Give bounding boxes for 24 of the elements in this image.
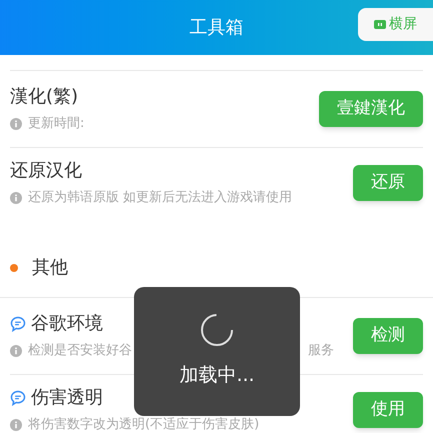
item-title: 漢化(繁) <box>10 86 78 108</box>
chat-bubble-icon <box>10 316 26 332</box>
action-button[interactable]: 使用 <box>353 392 423 428</box>
item-title: 伤害透明 <box>31 387 103 409</box>
action-button[interactable]: 还原 <box>353 165 423 201</box>
item-title: 谷歌环境 <box>31 313 103 335</box>
spinner-icon <box>200 313 234 348</box>
item-note: 还原为韩语原版 如更新后无法进入游戏请使用 <box>28 190 292 206</box>
info-icon <box>10 118 22 130</box>
section-title: 其他 <box>32 256 68 280</box>
item-note: 检测是否安装好谷 <box>28 343 132 359</box>
item-note-tail: 服务 <box>308 343 334 359</box>
info-icon <box>10 192 22 204</box>
item-title: 还原汉化 <box>10 160 82 182</box>
info-icon <box>10 345 22 357</box>
action-button[interactable]: 检测 <box>353 318 423 354</box>
orientation-button[interactable]: 横屏 <box>358 8 433 41</box>
loading-text: 加载中... <box>179 363 255 388</box>
item-note: 将伤害数字改为透明(不适应于伤害皮肤) <box>28 417 260 433</box>
chat-bubble-icon <box>10 390 26 406</box>
item-note: 更新時間: <box>28 116 84 132</box>
page-title: 工具箱 <box>190 16 244 40</box>
phone-icon <box>374 20 386 29</box>
action-button[interactable]: 壹鍵漢化 <box>319 91 423 127</box>
